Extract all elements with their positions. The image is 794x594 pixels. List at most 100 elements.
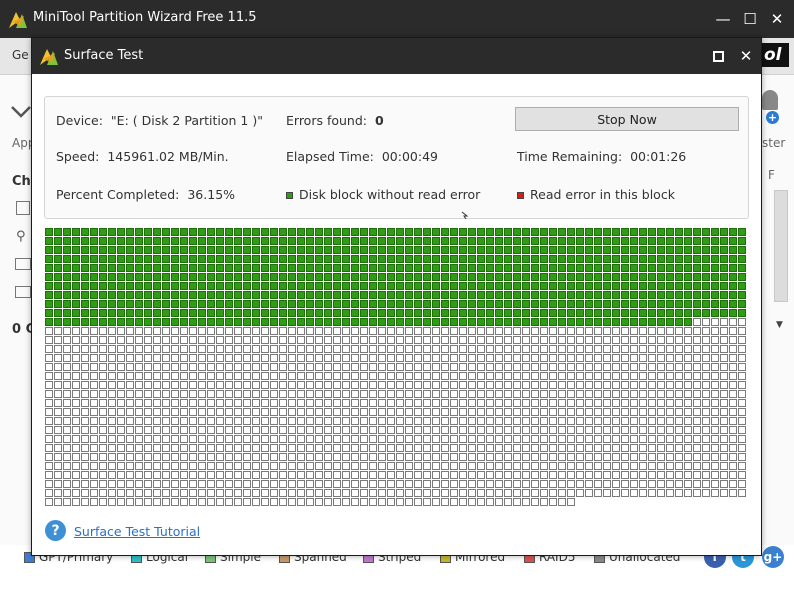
block-ok xyxy=(369,300,377,308)
block-ok xyxy=(450,282,458,290)
block-ok xyxy=(504,246,512,254)
block-pending xyxy=(81,471,89,479)
block-pending xyxy=(360,381,368,389)
block-pending xyxy=(108,498,116,506)
block-pending xyxy=(477,345,485,353)
register-fragment[interactable]: ster xyxy=(762,136,785,150)
block-pending xyxy=(423,327,431,335)
main-maximize-button[interactable]: ☐ xyxy=(737,6,763,32)
dialog-close-button[interactable]: ✕ xyxy=(733,43,759,69)
block-pending xyxy=(495,480,503,488)
block-ok xyxy=(207,273,215,281)
block-ok xyxy=(657,273,665,281)
block-pending xyxy=(387,354,395,362)
block-ok xyxy=(378,309,386,317)
block-pending xyxy=(306,489,314,497)
block-pending xyxy=(189,498,197,506)
block-pending xyxy=(720,453,728,461)
scroll-down-icon[interactable]: ▼ xyxy=(776,320,783,330)
block-pending xyxy=(450,345,458,353)
search-icon[interactable]: ⚲ xyxy=(16,229,26,244)
block-pending xyxy=(243,444,251,452)
block-ok xyxy=(720,291,728,299)
block-pending xyxy=(45,462,53,470)
block-ok xyxy=(729,273,737,281)
block-pending xyxy=(108,480,116,488)
menu-general-fragment[interactable]: Ge xyxy=(12,48,29,62)
block-pending xyxy=(198,381,206,389)
remaining-value: 00:01:26 xyxy=(630,149,687,164)
block-pending xyxy=(432,435,440,443)
block-pending xyxy=(261,435,269,443)
stop-now-button[interactable]: Stop Now xyxy=(515,107,739,131)
block-pending xyxy=(315,372,323,380)
block-pending xyxy=(405,372,413,380)
googleplus-icon[interactable]: g+ xyxy=(762,546,784,568)
block-pending xyxy=(126,498,134,506)
space-analyzer-icon[interactable] xyxy=(15,286,31,298)
block-ok xyxy=(216,291,224,299)
block-ok xyxy=(504,228,512,236)
block-pending xyxy=(612,480,620,488)
block-pending xyxy=(297,327,305,335)
block-pending xyxy=(648,453,656,461)
block-pending xyxy=(351,336,359,344)
block-pending xyxy=(585,336,593,344)
block-ok xyxy=(405,228,413,236)
block-ok xyxy=(99,282,107,290)
block-pending xyxy=(180,336,188,344)
block-ok xyxy=(486,300,494,308)
block-pending xyxy=(720,399,728,407)
block-pending xyxy=(306,444,314,452)
block-pending xyxy=(675,426,683,434)
block-pending xyxy=(45,327,53,335)
block-ok xyxy=(225,318,233,326)
block-ok xyxy=(198,255,206,263)
scrollbar[interactable] xyxy=(774,190,788,302)
block-ok xyxy=(342,255,350,263)
block-pending xyxy=(234,489,242,497)
block-pending xyxy=(162,363,170,371)
block-ok xyxy=(702,228,710,236)
block-pending xyxy=(684,327,692,335)
block-pending xyxy=(72,381,80,389)
block-ok xyxy=(270,237,278,245)
user-icon[interactable] xyxy=(762,90,778,110)
block-ok xyxy=(558,255,566,263)
block-pending xyxy=(495,390,503,398)
block-ok xyxy=(540,273,548,281)
block-pending xyxy=(108,417,116,425)
block-pending xyxy=(270,336,278,344)
block-pending xyxy=(504,363,512,371)
block-pending xyxy=(117,354,125,362)
block-ok xyxy=(261,246,269,254)
block-pending xyxy=(441,426,449,434)
block-ok xyxy=(504,255,512,263)
block-ok xyxy=(666,300,674,308)
block-ok xyxy=(126,309,134,317)
block-pending xyxy=(585,426,593,434)
block-ok xyxy=(639,228,647,236)
block-ok xyxy=(99,300,107,308)
block-pending xyxy=(702,345,710,353)
help-icon[interactable]: ? xyxy=(45,520,66,541)
block-pending xyxy=(594,363,602,371)
block-pending xyxy=(693,372,701,380)
block-ok xyxy=(684,309,692,317)
main-close-button[interactable]: ✕ xyxy=(764,6,790,32)
block-pending xyxy=(315,399,323,407)
block-ok xyxy=(405,309,413,317)
block-pending xyxy=(432,444,440,452)
check-file-system-icon[interactable] xyxy=(16,201,30,215)
chevron-down-icon[interactable] xyxy=(10,104,32,120)
block-ok xyxy=(567,246,575,254)
block-pending xyxy=(585,489,593,497)
add-icon[interactable]: + xyxy=(766,111,779,124)
surface-test-tutorial-link[interactable]: Surface Test Tutorial xyxy=(74,524,200,539)
block-ok xyxy=(513,246,521,254)
main-minimize-button[interactable]: — xyxy=(710,6,736,32)
block-pending xyxy=(675,408,683,416)
block-pending xyxy=(576,327,584,335)
benchmark-icon[interactable] xyxy=(15,258,31,270)
dialog-maximize-button[interactable] xyxy=(705,43,731,69)
